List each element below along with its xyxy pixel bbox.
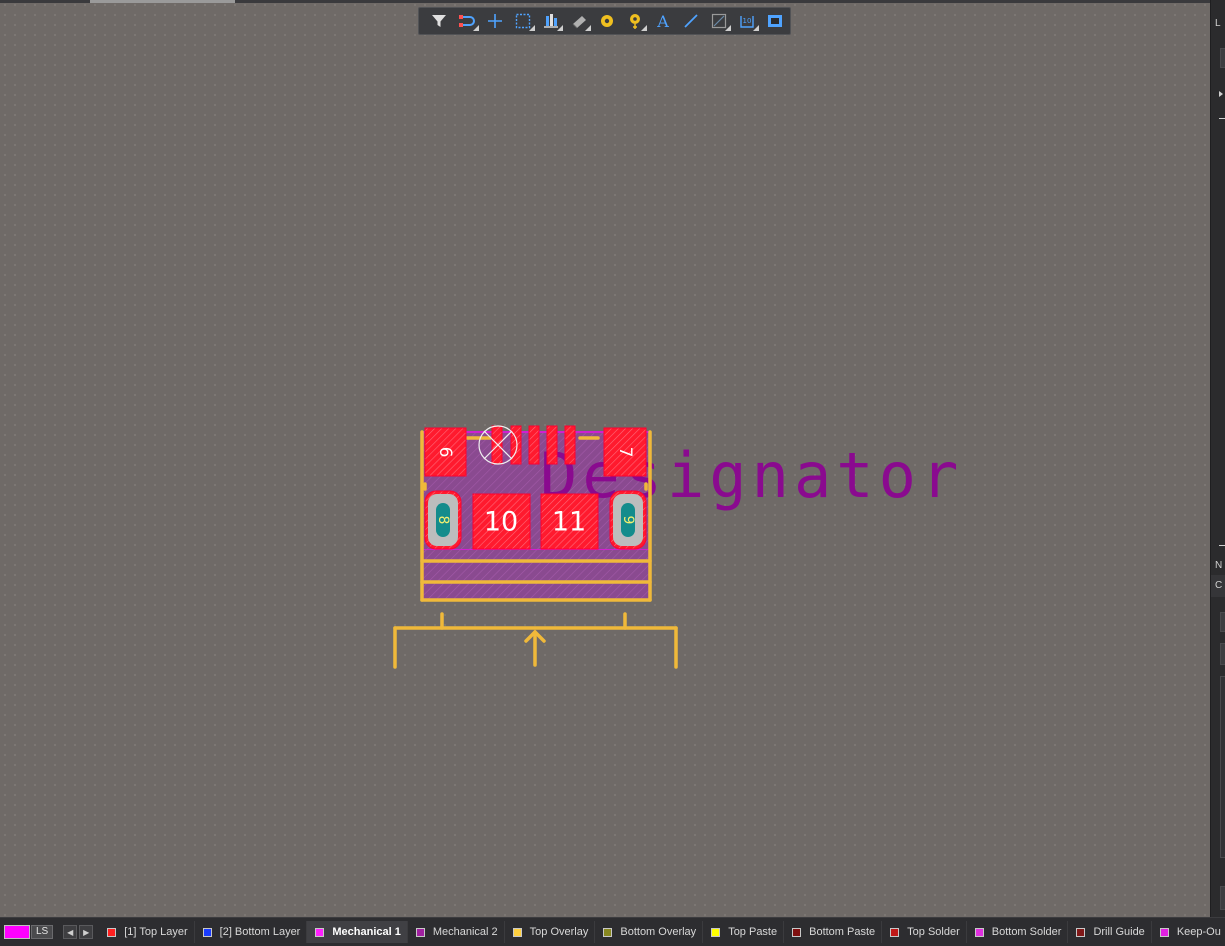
layer-tab-label: Top Paste — [728, 926, 778, 938]
layer-tab[interactable]: Bottom Paste — [784, 921, 883, 943]
layer-color-swatch — [974, 927, 984, 937]
pad-11[interactable]: 11 — [540, 493, 599, 550]
align-button[interactable] — [537, 9, 565, 33]
layer-color-swatch — [711, 927, 721, 937]
layer-tab-label: Top Overlay — [529, 926, 589, 938]
panel-list[interactable] — [1220, 676, 1225, 858]
layer-tab[interactable]: Top Overlay — [505, 921, 596, 943]
place-text-button[interactable]: A — [649, 9, 677, 33]
layer-tab-label: Keep-Ou — [1176, 926, 1221, 938]
layer-tab[interactable]: [2] Bottom Layer — [195, 921, 308, 943]
place-graph-button[interactable] — [705, 9, 733, 33]
region-icon — [768, 15, 782, 27]
text-icon: A — [656, 12, 669, 30]
pad-10[interactable]: 10 — [472, 493, 531, 550]
place-component-button[interactable] — [565, 9, 593, 33]
layer-tab-label: Bottom Overlay — [620, 926, 697, 938]
place-dimension-button[interactable]: 10 — [733, 9, 761, 33]
svg-text:9: 9 — [620, 516, 636, 525]
panel-label-c: C — [1215, 580, 1223, 591]
layer-color-swatch — [1159, 927, 1169, 937]
place-via-button[interactable] — [621, 9, 649, 33]
panel-field[interactable] — [1220, 612, 1225, 632]
layer-tab[interactable]: [1] Top Layer — [99, 921, 195, 943]
layer-color-swatch — [792, 927, 802, 937]
scroll-right-button[interactable]: ▶ — [79, 925, 94, 939]
pad-6[interactable]: 6 — [424, 427, 467, 477]
collapse-icon[interactable] — [1219, 118, 1225, 125]
panel-field[interactable] — [1220, 643, 1225, 665]
route-button[interactable] — [453, 9, 481, 33]
layer-tab[interactable]: Keep-Ou — [1152, 921, 1225, 943]
layer-tab-label: Mechanical 2 — [432, 926, 498, 938]
pcb-footprint-view[interactable]: Designator 6 7 10 11 8 9 — [0, 0, 1210, 917]
layer-tab-label: [1] Top Layer — [124, 926, 188, 938]
svg-text:7: 7 — [615, 447, 635, 458]
layer-color-swatch — [315, 927, 325, 937]
panel-field[interactable] — [1220, 886, 1225, 910]
svg-text:11: 11 — [552, 507, 586, 538]
layer-color-swatch — [415, 927, 425, 937]
panel-label-n: N — [1215, 560, 1223, 571]
layer-tab-label: Mechanical 1 — [332, 926, 401, 938]
layer-tab[interactable]: Mechanical 2 — [408, 921, 505, 943]
layer-tab[interactable]: Drill Guide — [1068, 921, 1152, 943]
layer-tab[interactable]: Bottom Solder — [967, 921, 1069, 943]
filter-button[interactable] — [425, 9, 453, 33]
designator-text[interactable]: Designator — [540, 439, 963, 512]
pad-8-slot[interactable]: 8 — [424, 490, 462, 550]
layer-color-swatch — [107, 927, 117, 937]
layer-tab-label: [2] Bottom Layer — [219, 926, 301, 938]
cross-button[interactable] — [481, 9, 509, 33]
place-pad-button[interactable] — [593, 9, 621, 33]
layer-tab-label: Bottom Solder — [991, 926, 1062, 938]
svg-text:10: 10 — [743, 17, 752, 25]
panel-label-l: L — [1215, 18, 1221, 29]
filter-icon — [432, 15, 446, 27]
layer-tab[interactable]: Mechanical 1 — [307, 921, 408, 943]
active-bar-toolbar: A 10 — [418, 7, 791, 35]
svg-text:A: A — [656, 12, 669, 30]
layer-color-swatch — [1076, 927, 1086, 937]
layer-tabs-bar: LS ◀ ▶ [1] Top Layer [2] Bottom Layer Mech… — [0, 917, 1225, 946]
place-line-button[interactable] — [677, 9, 705, 33]
layer-tab-label: Top Solder — [907, 926, 960, 938]
layer-set-indicator[interactable]: LS — [4, 925, 54, 939]
layer-tab-label: Bottom Paste — [809, 926, 876, 938]
panel-field[interactable] — [1220, 48, 1225, 68]
svg-text:8: 8 — [435, 516, 451, 525]
layer-tab-label: Drill Guide — [1093, 926, 1145, 938]
layer-tab[interactable]: Top Paste — [703, 921, 785, 943]
svg-text:6: 6 — [435, 447, 455, 458]
layer-tab[interactable]: Top Solder — [882, 921, 967, 943]
layer-color-swatch — [202, 927, 212, 937]
layer-color-swatch — [603, 927, 613, 937]
expand-arrow-icon[interactable] — [1219, 91, 1223, 97]
layer-tab[interactable]: Bottom Overlay — [595, 921, 704, 943]
place-region-button[interactable] — [761, 9, 789, 33]
layer-color-swatch — [890, 927, 900, 937]
pad-icon — [601, 15, 613, 27]
scroll-left-button[interactable]: ◀ — [63, 925, 78, 939]
pad-7[interactable]: 7 — [603, 427, 647, 477]
layer-set-label: LS — [31, 925, 54, 939]
pad-9-slot[interactable]: 9 — [609, 490, 647, 550]
current-layer-swatch — [4, 925, 30, 939]
cross-icon — [488, 14, 502, 28]
right-properties-panel: L N C — [1210, 0, 1225, 917]
svg-text:10: 10 — [484, 507, 518, 538]
layer-color-swatch — [512, 927, 522, 937]
collapse-icon[interactable] — [1219, 545, 1225, 552]
component-body-lower — [422, 550, 650, 600]
line-icon — [684, 14, 698, 28]
select-button[interactable] — [509, 9, 537, 33]
